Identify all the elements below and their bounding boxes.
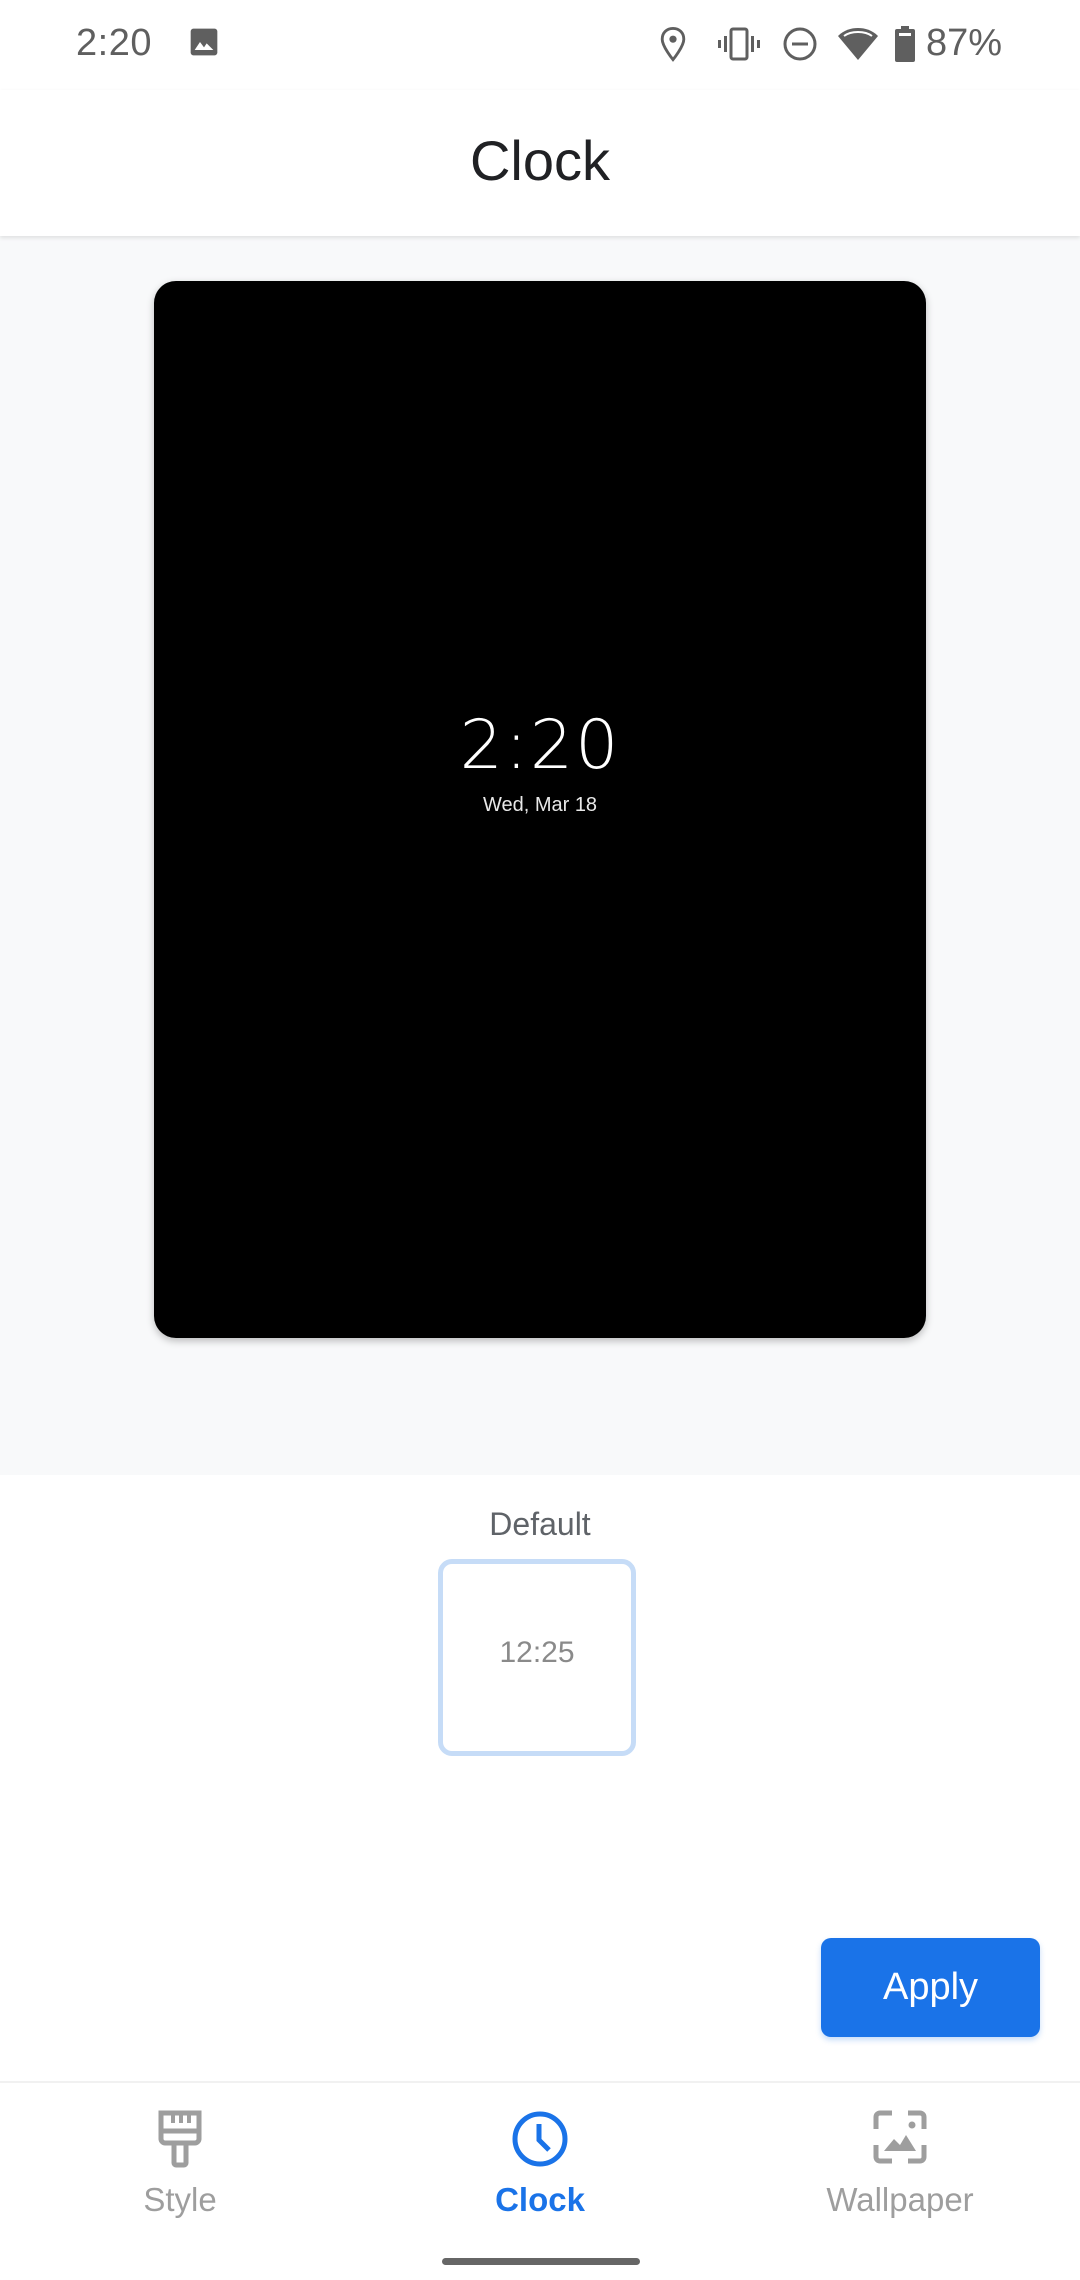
battery-icon — [894, 26, 916, 67]
lockscreen-preview: 2:20 Wed, Mar 18 — [154, 281, 926, 1338]
bottom-navigation: Style Clock Wallpaper — [0, 2081, 1080, 2280]
nav-item-style[interactable]: Style — [0, 2083, 360, 2243]
status-time: 2:20 — [76, 22, 152, 64]
wallpaper-icon — [872, 2109, 928, 2170]
vibrate-icon — [718, 26, 760, 67]
clock-preview-area: 2:20 Wed, Mar 18 — [0, 236, 1080, 1475]
nav-item-wallpaper[interactable]: Wallpaper — [720, 2083, 1080, 2243]
clock-icon — [510, 2109, 570, 2174]
nav-item-clock[interactable]: Clock — [360, 2083, 720, 2243]
clock-option-default[interactable]: 12:25 — [438, 1559, 636, 1756]
do-not-disturb-icon — [782, 26, 818, 67]
nav-label-wallpaper: Wallpaper — [826, 2181, 974, 2218]
app-header: Clock — [0, 90, 1080, 236]
status-bar: 2:20 87% — [0, 0, 1080, 90]
wifi-icon — [836, 26, 880, 67]
nav-label-clock: Clock — [495, 2181, 585, 2218]
apply-button[interactable]: Apply — [821, 1938, 1040, 2037]
paintbrush-icon — [153, 2109, 207, 2174]
battery-percent: 87% — [926, 22, 1003, 64]
location-icon — [658, 26, 688, 67]
gesture-nav-handle[interactable] — [442, 2258, 640, 2265]
image-icon — [188, 26, 220, 63]
selected-option-label: Default — [489, 1506, 591, 1542]
clock-option-thumb-time: 12:25 — [499, 1636, 575, 1669]
page-title: Clock — [469, 129, 611, 192]
nav-label-style: Style — [143, 2181, 217, 2218]
preview-time: 2:20 — [459, 706, 621, 785]
preview-date: Wed, Mar 18 — [482, 794, 598, 816]
